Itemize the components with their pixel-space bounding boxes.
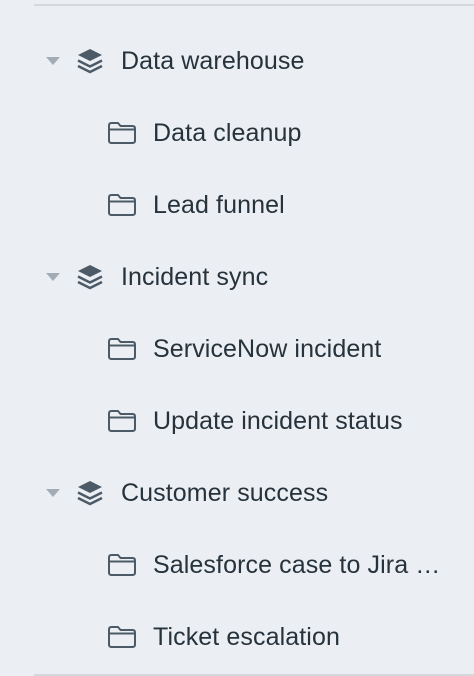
tree-item-salesforce-case-to-jira[interactable]: Salesforce case to Jira … (0, 529, 474, 601)
tree-item-update-incident-status[interactable]: Update incident status (0, 385, 474, 457)
folder-icon (107, 552, 137, 578)
tree-item-ticket-escalation[interactable]: Ticket escalation (0, 601, 474, 673)
tree-item-lead-funnel[interactable]: Lead funnel (0, 169, 474, 241)
tree-item-label: Data cleanup (153, 118, 302, 147)
tree-group-incident-sync[interactable]: Incident sync (0, 241, 474, 313)
tree-item-label: Lead funnel (153, 190, 285, 219)
folder-icon (107, 336, 137, 362)
folder-icon (107, 192, 137, 218)
caret-down-icon[interactable] (44, 484, 62, 502)
tree-group-label: Customer success (121, 478, 329, 507)
tree-group-customer-success[interactable]: Customer success (0, 457, 474, 529)
tree-group-data-warehouse[interactable]: Data warehouse (0, 25, 474, 97)
folder-icon (107, 408, 137, 434)
tree-item-label: Salesforce case to Jira … (153, 550, 441, 579)
tree-item-label: Update incident status (153, 406, 403, 435)
tree-group-label: Incident sync (121, 262, 269, 291)
top-divider (34, 4, 474, 6)
project-tree: Data warehouse Data cleanup Lead funnel (0, 25, 474, 673)
caret-down-icon[interactable] (44, 52, 62, 70)
layers-icon (74, 45, 106, 77)
folder-icon (107, 624, 137, 650)
layers-icon (74, 261, 106, 293)
tree-item-label: ServiceNow incident (153, 334, 382, 363)
tree-item-servicenow-incident[interactable]: ServiceNow incident (0, 313, 474, 385)
caret-down-icon[interactable] (44, 268, 62, 286)
tree-item-data-cleanup[interactable]: Data cleanup (0, 97, 474, 169)
tree-group-label: Data warehouse (121, 46, 305, 75)
tree-item-label: Ticket escalation (153, 622, 340, 651)
folder-icon (107, 120, 137, 146)
layers-icon (74, 477, 106, 509)
